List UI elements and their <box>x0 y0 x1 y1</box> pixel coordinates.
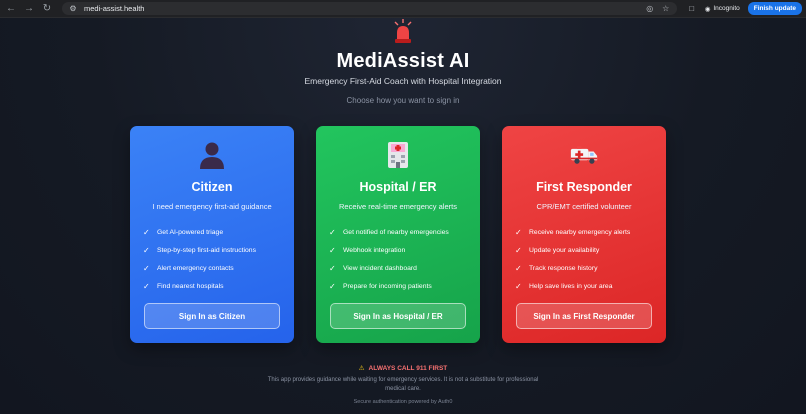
check-icon: ✓ <box>515 263 522 273</box>
feature-item: ✓ Get AI-powered triage <box>143 227 224 237</box>
check-icon: ✓ <box>143 263 150 273</box>
back-icon[interactable]: ← <box>4 2 18 16</box>
page-subtitle: Emergency First-Aid Coach with Hospital … <box>304 76 502 86</box>
sign-in-citizen-button[interactable]: Sign In as Citizen <box>144 303 280 329</box>
card-title: Hospital / ER <box>359 180 437 194</box>
finish-update-button[interactable]: Finish update <box>747 2 802 15</box>
bookmark-star-icon[interactable]: ☆ <box>661 4 671 14</box>
feature-item: ✓ Step-by-step first-aid instructions <box>143 245 256 255</box>
sign-in-hospital-button[interactable]: Sign In as Hospital / ER <box>330 303 466 329</box>
incognito-label: Incognito <box>713 5 740 12</box>
disclaimer-text: This app provides guidance while waiting… <box>267 377 539 392</box>
page-title: MediAssist AI <box>336 50 470 72</box>
responder-card: First Responder CPR/EMT certified volunt… <box>502 126 666 343</box>
check-icon: ✓ <box>515 281 522 291</box>
feature-list: ✓ Receive nearby emergency alerts ✓ Update… <box>515 223 630 295</box>
hospital-card: Hospital / ER Receive real-time emergenc… <box>316 126 480 343</box>
address-bar[interactable]: ⚙ medi-assist.health ◎ ☆ <box>62 2 677 15</box>
feature-item: ✓ Help save lives in your area <box>515 281 613 291</box>
warning-icon: ⚠ <box>358 365 365 372</box>
card-title: First Responder <box>536 180 632 194</box>
site-info-icon[interactable]: ⚙ <box>68 4 78 14</box>
reload-icon[interactable]: ↻ <box>40 2 54 16</box>
card-description: I need emergency first-aid guidance <box>152 202 272 211</box>
card-description: CPR/EMT certified volunteer <box>536 202 632 211</box>
card-title: Citizen <box>191 180 233 194</box>
feature-item: ✓ Receive nearby emergency alerts <box>515 227 631 237</box>
feature-item: ✓ Track response history <box>515 263 598 273</box>
sign-in-prompt: Choose how you want to sign in <box>346 96 460 105</box>
feature-item: ✓ Find nearest hospitals <box>143 281 224 291</box>
check-icon: ✓ <box>515 227 522 237</box>
incognito-icon: ◉ <box>704 5 711 13</box>
eye-off-icon[interactable]: ◎ <box>645 4 655 14</box>
sign-in-responder-button[interactable]: Sign In as First Responder <box>516 303 652 329</box>
feature-list: ✓ Get AI-powered triage ✓ Step-by-step fir… <box>143 223 256 295</box>
check-icon: ✓ <box>329 245 336 255</box>
feature-item: ✓ Prepare for incoming patients <box>329 281 432 291</box>
feature-list: ✓ Get notified of nearby emergencies ✓ Web… <box>329 223 449 295</box>
citizen-card: Citizen I need emergency first-aid guida… <box>130 126 294 343</box>
siren-icon <box>394 19 412 43</box>
check-icon: ✓ <box>329 281 336 291</box>
check-icon: ✓ <box>143 245 150 255</box>
login-page: MediAssist AI Emergency First-Aid Coach … <box>0 18 806 414</box>
feature-item: ✓ Get notified of nearby emergencies <box>329 227 449 237</box>
auth-note: Secure authentication powered by Auth0 <box>353 399 453 405</box>
feature-item: ✓ Webhook integration <box>329 245 406 255</box>
feature-item: ✓ Alert emergency contacts <box>143 263 234 273</box>
url-text: medi-assist.health <box>84 4 145 13</box>
check-icon: ✓ <box>143 281 150 291</box>
check-icon: ✓ <box>329 263 336 273</box>
check-icon: ✓ <box>515 245 522 255</box>
warning-text: ALWAYS CALL 911 FIRST <box>368 364 448 372</box>
feature-item: ✓ View incident dashboard <box>329 263 417 273</box>
ambulance-icon <box>570 140 598 170</box>
incognito-indicator[interactable]: ◉ Incognito <box>701 5 744 13</box>
hospital-icon <box>384 140 412 170</box>
check-icon: ✓ <box>143 227 150 237</box>
side-panel-icon[interactable]: □ <box>687 4 697 14</box>
feature-item: ✓ Update your availability <box>515 245 600 255</box>
forward-icon[interactable]: → <box>22 2 36 16</box>
browser-toolbar: ← → ↻ ⚙ medi-assist.health ◎ ☆ □ ◉ Incog… <box>0 0 806 18</box>
card-description: Receive real-time emergency alerts <box>339 202 457 211</box>
person-icon <box>198 140 226 170</box>
emergency-warning: ⚠ ALWAYS CALL 911 FIRST <box>0 364 806 373</box>
check-icon: ✓ <box>329 227 336 237</box>
